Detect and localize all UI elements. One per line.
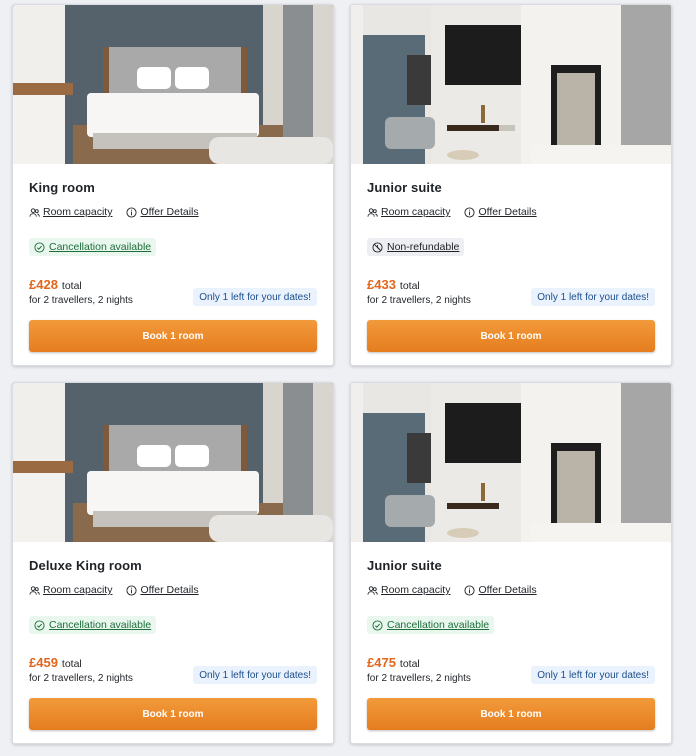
policy-label: Cancellation available — [49, 241, 152, 253]
price-row: £459 total — [29, 655, 82, 670]
room-capacity-link[interactable]: Room capacity — [29, 584, 112, 596]
price-suffix: total — [399, 280, 420, 292]
room-capacity-link[interactable]: Room capacity — [367, 206, 450, 218]
cancellation-badge[interactable]: Cancellation available — [29, 616, 157, 634]
room-offer-card: King room Room capacity Offer Details Ca… — [12, 4, 334, 366]
room-photo-junior-suite[interactable] — [351, 383, 671, 542]
offer-details-link[interactable]: Offer Details — [126, 584, 199, 596]
stay-info: for 2 travellers, 2 nights — [29, 295, 133, 306]
offer-details-label: Offer Details — [478, 206, 537, 218]
room-photo-king-bedroom[interactable] — [13, 5, 333, 164]
offer-details-link[interactable]: Offer Details — [464, 206, 537, 218]
book-room-button[interactable]: Book 1 room — [367, 698, 655, 730]
room-title: Junior suite — [367, 558, 442, 573]
room-offer-card: Deluxe King room Room capacity Offer Det… — [12, 382, 334, 744]
book-room-button[interactable]: Book 1 room — [367, 320, 655, 352]
info-icon — [464, 584, 475, 596]
room-title: Junior suite — [367, 180, 442, 195]
price-suffix: total — [61, 658, 82, 670]
price-amount: £428 — [29, 277, 58, 292]
room-photo-junior-suite[interactable] — [351, 5, 671, 164]
check-badge-icon — [372, 619, 383, 631]
price-row: £428 total — [29, 277, 82, 292]
offer-details-link[interactable]: Offer Details — [464, 584, 537, 596]
people-icon — [29, 207, 40, 217]
availability-badge: Only 1 left for your dates! — [531, 666, 655, 684]
room-title: King room — [29, 180, 95, 195]
offer-details-link[interactable]: Offer Details — [126, 206, 199, 218]
price-suffix: total — [61, 280, 82, 292]
stay-info: for 2 travellers, 2 nights — [367, 673, 471, 684]
book-room-button[interactable]: Book 1 room — [29, 320, 317, 352]
stay-info: for 2 travellers, 2 nights — [367, 295, 471, 306]
check-badge-icon — [34, 241, 45, 253]
info-icon — [126, 206, 137, 218]
availability-badge: Only 1 left for your dates! — [193, 666, 317, 684]
price-row: £433 total — [367, 277, 420, 292]
people-icon — [367, 207, 378, 217]
room-capacity-link[interactable]: Room capacity — [367, 584, 450, 596]
price-amount: £475 — [367, 655, 396, 670]
room-offer-card: Junior suite Room capacity Offer Details… — [350, 382, 672, 744]
offer-details-label: Offer Details — [140, 584, 199, 596]
room-title: Deluxe King room — [29, 558, 142, 573]
price-amount: £459 — [29, 655, 58, 670]
info-icon — [126, 584, 137, 596]
room-capacity-label: Room capacity — [43, 206, 113, 218]
offer-details-label: Offer Details — [478, 584, 537, 596]
book-room-button[interactable]: Book 1 room — [29, 698, 317, 730]
room-offers-grid: King room Room capacity Offer Details Ca… — [0, 0, 696, 756]
info-icon — [464, 206, 475, 218]
price-suffix: total — [399, 658, 420, 670]
price-amount: £433 — [367, 277, 396, 292]
room-offer-card: Junior suite Room capacity Offer Details… — [350, 4, 672, 366]
room-capacity-label: Room capacity — [381, 206, 451, 218]
room-capacity-label: Room capacity — [381, 584, 451, 596]
room-capacity-label: Room capacity — [43, 584, 113, 596]
people-icon — [367, 585, 378, 595]
price-row: £475 total — [367, 655, 420, 670]
room-photo-deluxe-king-bedroom[interactable] — [13, 383, 333, 542]
policy-label: Cancellation available — [387, 619, 490, 631]
cancellation-badge[interactable]: Cancellation available — [29, 238, 157, 256]
check-badge-icon — [34, 619, 45, 631]
no-refund-clock-icon — [372, 241, 383, 253]
room-capacity-link[interactable]: Room capacity — [29, 206, 112, 218]
offer-details-label: Offer Details — [140, 206, 199, 218]
availability-badge: Only 1 left for your dates! — [193, 288, 317, 306]
non-refundable-badge[interactable]: Non-refundable — [367, 238, 465, 256]
availability-badge: Only 1 left for your dates! — [531, 288, 655, 306]
policy-label: Non-refundable — [387, 241, 460, 253]
policy-label: Cancellation available — [49, 619, 152, 631]
stay-info: for 2 travellers, 2 nights — [29, 673, 133, 684]
people-icon — [29, 585, 40, 595]
cancellation-badge[interactable]: Cancellation available — [367, 616, 495, 634]
